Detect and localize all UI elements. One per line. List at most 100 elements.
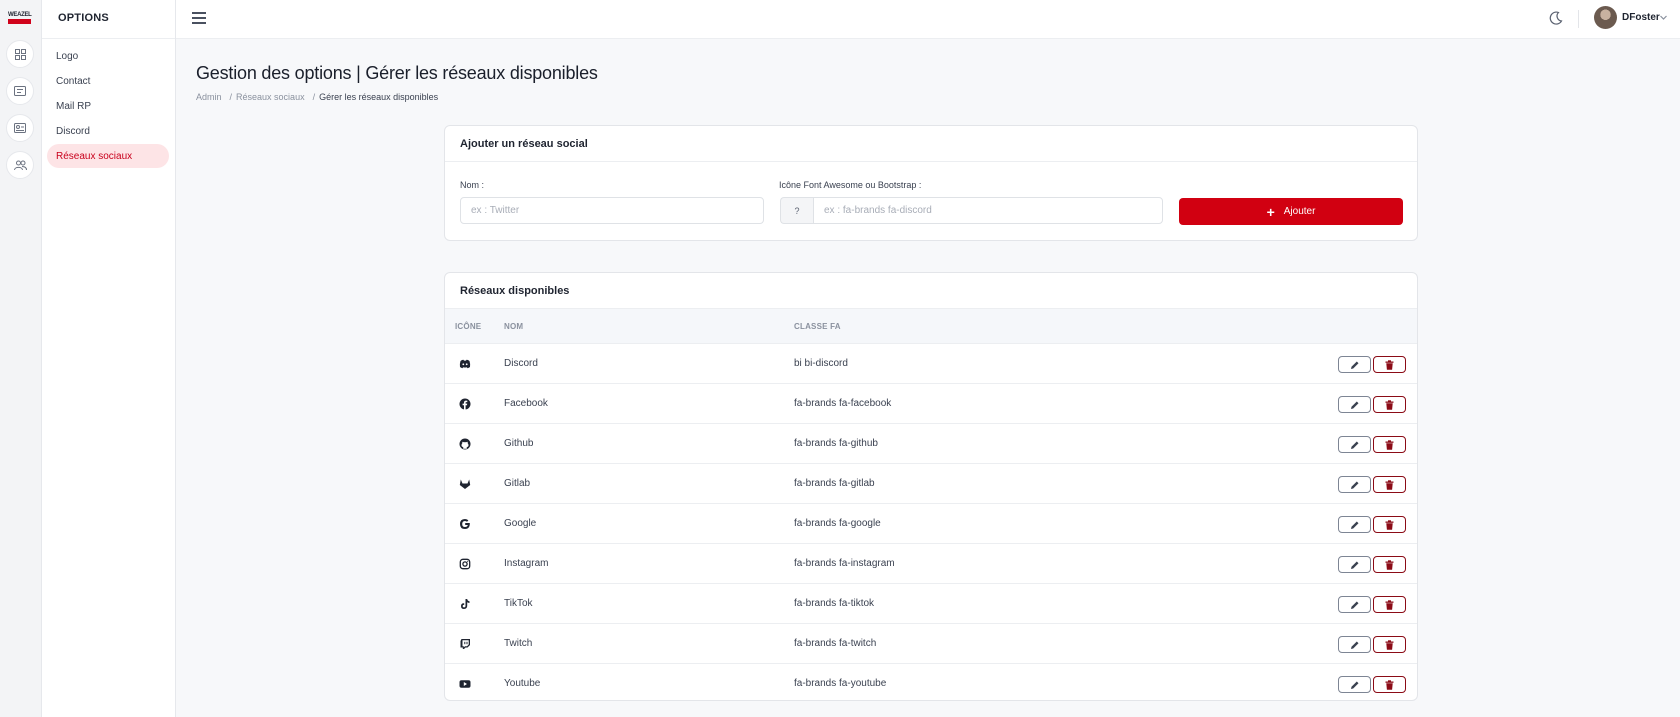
icon-rail: WEAZEL (0, 0, 42, 717)
rail-dashboard-button[interactable] (6, 40, 34, 68)
table-row: Facebook fa-brands fa-facebook (445, 384, 1417, 424)
table-row: Google fa-brands fa-google (445, 504, 1417, 544)
facebook-icon (459, 398, 471, 410)
edit-button[interactable] (1338, 436, 1371, 453)
add-button-label: Ajouter (1283, 206, 1316, 217)
network-name: Google (504, 518, 537, 529)
delete-button[interactable] (1373, 516, 1406, 533)
network-name: Facebook (504, 398, 548, 409)
logo-bar (8, 19, 31, 24)
networks-title: Réseaux disponibles (445, 273, 1417, 309)
sidebar-item-contact[interactable]: Contact (47, 69, 169, 93)
sidebar-item-mail-rp[interactable]: Mail RP (47, 94, 169, 118)
tiktok-icon (461, 599, 470, 609)
network-class: fa-brands fa-instagram (794, 558, 895, 569)
youtube-icon (459, 680, 471, 688)
delete-button[interactable] (1373, 476, 1406, 493)
delete-button[interactable] (1373, 356, 1406, 373)
plus-icon: + (1266, 203, 1275, 220)
delete-button[interactable] (1373, 596, 1406, 613)
network-class: fa-brands fa-gitlab (794, 478, 875, 489)
menu-toggle-icon[interactable] (192, 12, 206, 24)
delete-button[interactable] (1373, 396, 1406, 413)
name-input[interactable] (460, 197, 764, 224)
sidebar-item-reseaux-sociaux[interactable]: Réseaux sociaux (47, 144, 169, 168)
trash-icon (1385, 559, 1394, 570)
sidebar-item-label: Discord (56, 125, 90, 137)
network-class: fa-brands fa-youtube (794, 678, 887, 689)
breadcrumb-reseaux-sociaux[interactable]: Réseaux sociaux (236, 92, 305, 102)
sidebar-item-label: Logo (56, 50, 79, 62)
network-name: Discord (504, 358, 538, 369)
trash-icon (1385, 359, 1394, 370)
network-name: Instagram (504, 558, 549, 569)
trash-icon (1385, 599, 1394, 610)
network-class: fa-brands fa-twitch (794, 638, 877, 649)
gitlab-icon (459, 479, 471, 489)
topbar-divider (1578, 10, 1579, 28)
breadcrumb-admin[interactable]: Admin (196, 92, 222, 102)
delete-button[interactable] (1373, 676, 1406, 693)
network-class: fa-brands fa-tiktok (794, 598, 875, 609)
table-row: Youtube fa-brands fa-youtube (445, 664, 1417, 704)
icon-class-input[interactable] (813, 197, 1163, 224)
sidebar-item-logo[interactable]: Logo (47, 44, 169, 68)
newspaper-icon (14, 86, 26, 96)
edit-button[interactable] (1338, 356, 1371, 373)
edit-button[interactable] (1338, 636, 1371, 653)
delete-button[interactable] (1373, 556, 1406, 573)
network-class: fa-brands fa-github (794, 438, 878, 449)
id-card-icon (14, 123, 26, 133)
sidebar-item-discord[interactable]: Discord (47, 119, 169, 143)
name-label: Nom : (460, 180, 485, 190)
username[interactable]: DFoster (1622, 12, 1660, 23)
instagram-icon (459, 558, 471, 570)
add-button[interactable]: + Ajouter (1179, 198, 1403, 225)
rail-users-button[interactable] (6, 151, 34, 179)
page-title: Gestion des options | Gérer les réseaux … (196, 63, 598, 83)
delete-button[interactable] (1373, 436, 1406, 453)
chevron-down-icon[interactable] (1659, 13, 1668, 22)
edit-button[interactable] (1338, 396, 1371, 413)
top-bar: DFoster (176, 0, 1680, 39)
edit-button[interactable] (1338, 676, 1371, 693)
table-row: Gitlab fa-brands fa-gitlab (445, 464, 1417, 504)
networks-card: Réseaux disponibles ICÔNE NOM CLASSE FA … (444, 272, 1418, 701)
dashboard-icon (14, 48, 26, 60)
edit-button[interactable] (1338, 596, 1371, 613)
table-row: Twitch fa-brands fa-twitch (445, 624, 1417, 664)
rail-idcard-button[interactable] (6, 114, 34, 142)
app-logo[interactable]: WEAZEL (8, 12, 32, 24)
delete-button[interactable] (1373, 636, 1406, 653)
pencil-icon (1350, 641, 1358, 649)
network-name: TikTok (504, 598, 533, 609)
avatar[interactable] (1594, 6, 1617, 29)
edit-button[interactable] (1338, 556, 1371, 573)
table-row: Instagram fa-brands fa-instagram (445, 544, 1417, 584)
sidebar-title: OPTIONS (58, 12, 109, 24)
add-network-card: Ajouter un réseau social Nom : Icône Fon… (444, 125, 1418, 241)
pencil-icon (1350, 401, 1358, 409)
users-icon (13, 160, 27, 170)
table-row: Github fa-brands fa-github (445, 424, 1417, 464)
edit-button[interactable] (1338, 476, 1371, 493)
icon-preview: ? (780, 197, 813, 224)
trash-icon (1385, 519, 1394, 530)
pencil-icon (1350, 561, 1358, 569)
dark-mode-icon[interactable] (1548, 10, 1564, 26)
rail-articles-button[interactable] (6, 77, 34, 105)
pencil-icon (1350, 441, 1358, 449)
sidebar-item-label: Contact (56, 75, 91, 87)
edit-button[interactable] (1338, 516, 1371, 533)
network-name: Twitch (504, 638, 533, 649)
google-icon (460, 519, 470, 529)
discord-icon (459, 359, 471, 369)
breadcrumb: Admin / Réseaux sociaux / Gérer les rése… (196, 92, 439, 102)
pencil-icon (1350, 601, 1358, 609)
add-network-title: Ajouter un réseau social (445, 126, 1417, 162)
network-name: Youtube (504, 678, 541, 689)
trash-icon (1385, 399, 1394, 410)
icon-class-label: Icône Font Awesome ou Bootstrap : (779, 180, 922, 190)
network-name: Github (504, 438, 534, 449)
pencil-icon (1350, 481, 1358, 489)
